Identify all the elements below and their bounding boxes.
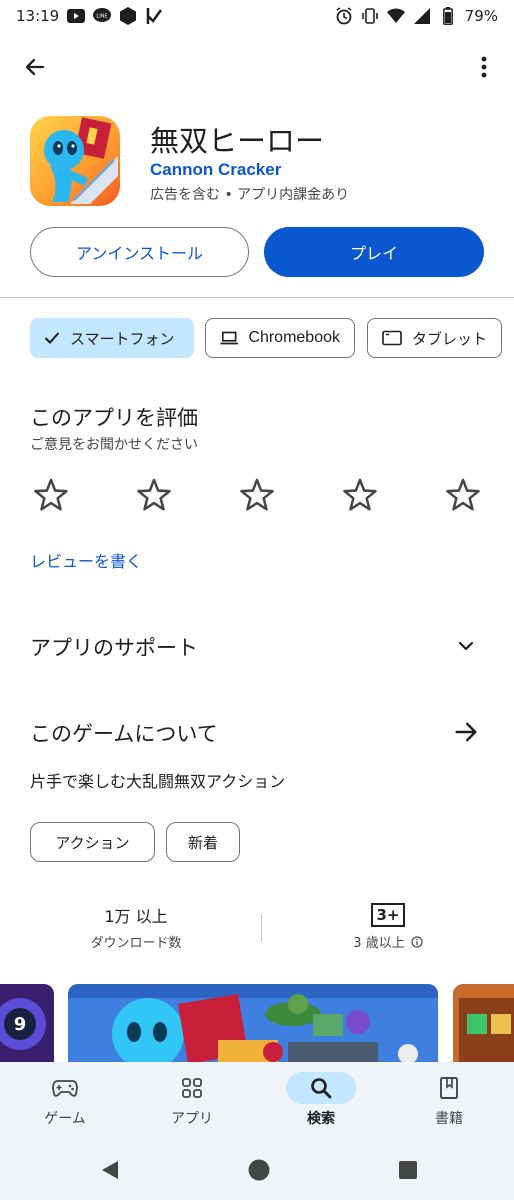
support-title: アプリのサポート — [30, 636, 198, 660]
chip-chromebook[interactable]: Chromebook — [205, 318, 355, 358]
chip-label: Chromebook — [248, 329, 340, 346]
check-flag-icon — [145, 7, 163, 25]
downloads-stat: 1万 以上 ダウンロード数 — [26, 902, 246, 951]
write-review-link[interactable]: レビューを書く — [30, 548, 142, 572]
book-icon — [440, 1077, 458, 1099]
nav-label: アプリ — [171, 1111, 213, 1127]
system-navigation-bar — [0, 1140, 514, 1200]
wifi-icon — [386, 7, 405, 25]
arrow-back-icon — [25, 58, 45, 76]
star-icon[interactable] — [32, 476, 70, 514]
nav-label: 書籍 — [435, 1111, 463, 1127]
gamepad-icon — [52, 1080, 78, 1097]
age-rating-badge: 3+ — [371, 903, 405, 927]
system-recents-icon[interactable] — [396, 1158, 420, 1182]
bottom-navigation: ゲーム アプリ 検索 書籍 — [0, 1062, 514, 1140]
section-divider — [0, 297, 514, 298]
tag-action[interactable]: アクション — [30, 822, 155, 862]
app-icon — [30, 116, 120, 206]
screenshot-thumbnail[interactable]: 9 — [0, 984, 54, 1062]
age-rating-stat[interactable]: 3+ 3 歳以上 — [278, 902, 498, 951]
star-icon[interactable] — [341, 476, 379, 514]
nav-books[interactable]: 書籍 — [394, 1072, 504, 1128]
stats-separator — [261, 914, 262, 942]
system-back-icon[interactable] — [98, 1158, 122, 1182]
search-icon — [311, 1078, 332, 1099]
device-filter-chips: スマートフォン Chromebook タブレット — [30, 318, 504, 358]
about-game-row[interactable]: このゲームについて — [30, 714, 484, 750]
more-vert-icon — [481, 56, 487, 78]
app-stats: 1万 以上 ダウンロード数 3+ 3 歳以上 — [0, 902, 514, 958]
system-home-icon[interactable] — [247, 1158, 271, 1182]
downloads-value: 1万 以上 — [104, 907, 168, 926]
about-title: このゲームについて — [30, 722, 218, 746]
apps-grid-icon — [182, 1078, 202, 1098]
star-icon[interactable] — [444, 476, 482, 514]
svg-text:LINE: LINE — [97, 14, 108, 20]
downloads-label: ダウンロード数 — [90, 936, 182, 951]
more-options-button[interactable] — [472, 50, 496, 84]
age-rating-label: 3 歳以上 — [353, 936, 405, 951]
star-icon[interactable] — [135, 476, 173, 514]
nav-label: ゲーム — [44, 1111, 86, 1127]
arrow-forward-icon — [455, 722, 477, 742]
app-meta-text: 広告を含む • アプリ内課金あり — [150, 187, 350, 203]
about-description: 片手で楽しむ大乱闘無双アクション — [30, 772, 286, 791]
vibrate-icon — [361, 7, 379, 25]
nav-label: 検索 — [307, 1111, 335, 1127]
star-rating — [30, 476, 484, 514]
nav-apps[interactable]: アプリ — [137, 1072, 247, 1128]
chip-label: スマートフォン — [70, 329, 175, 348]
signal-icon — [413, 7, 431, 25]
chip-smartphone[interactable]: スマートフォン — [30, 318, 194, 358]
chip-tablet[interactable]: タブレット — [367, 318, 502, 358]
check-icon — [44, 332, 60, 344]
alarm-icon — [335, 7, 353, 25]
tablet-icon — [382, 330, 402, 346]
screenshot-thumbnail[interactable] — [453, 984, 514, 1062]
battery-percent: 79% — [464, 7, 498, 25]
rate-section-subtitle: ご意見をお聞かせください — [30, 437, 198, 453]
battery-icon — [439, 7, 457, 25]
screenshot-carousel[interactable]: 9 — [0, 984, 514, 1062]
status-bar: 13:19 LINE 79% — [0, 0, 514, 32]
screenshot-thumbnail[interactable] — [68, 984, 438, 1062]
youtube-icon — [67, 7, 86, 25]
nav-games[interactable]: ゲーム — [10, 1072, 120, 1128]
laptop-icon — [220, 331, 238, 345]
chevron-down-icon — [458, 641, 474, 651]
svg-text:9: 9 — [14, 1014, 27, 1035]
tag-new[interactable]: 新着 — [166, 822, 240, 862]
nav-search[interactable]: 検索 — [266, 1072, 376, 1128]
info-icon — [411, 935, 423, 948]
line-icon: LINE — [93, 7, 112, 25]
hexagon-icon — [119, 7, 137, 25]
top-app-bar — [0, 44, 514, 88]
app-support-row[interactable]: アプリのサポート — [30, 628, 484, 664]
rate-section-title: このアプリを評価 — [30, 406, 198, 430]
developer-link[interactable]: Cannon Cracker — [150, 160, 281, 180]
app-header: 無双ヒーロー Cannon Cracker 広告を含む • アプリ内課金あり — [30, 114, 490, 210]
action-buttons: アンインストール プレイ — [30, 227, 484, 277]
uninstall-button[interactable]: アンインストール — [30, 227, 249, 277]
app-title: 無双ヒーロー — [150, 124, 325, 158]
back-button[interactable] — [18, 50, 52, 84]
play-button[interactable]: プレイ — [264, 227, 484, 277]
status-time: 13:19 — [16, 7, 60, 25]
chip-label: タブレット — [412, 329, 488, 348]
star-icon[interactable] — [238, 476, 276, 514]
category-tags: アクション 新着 — [30, 822, 484, 862]
